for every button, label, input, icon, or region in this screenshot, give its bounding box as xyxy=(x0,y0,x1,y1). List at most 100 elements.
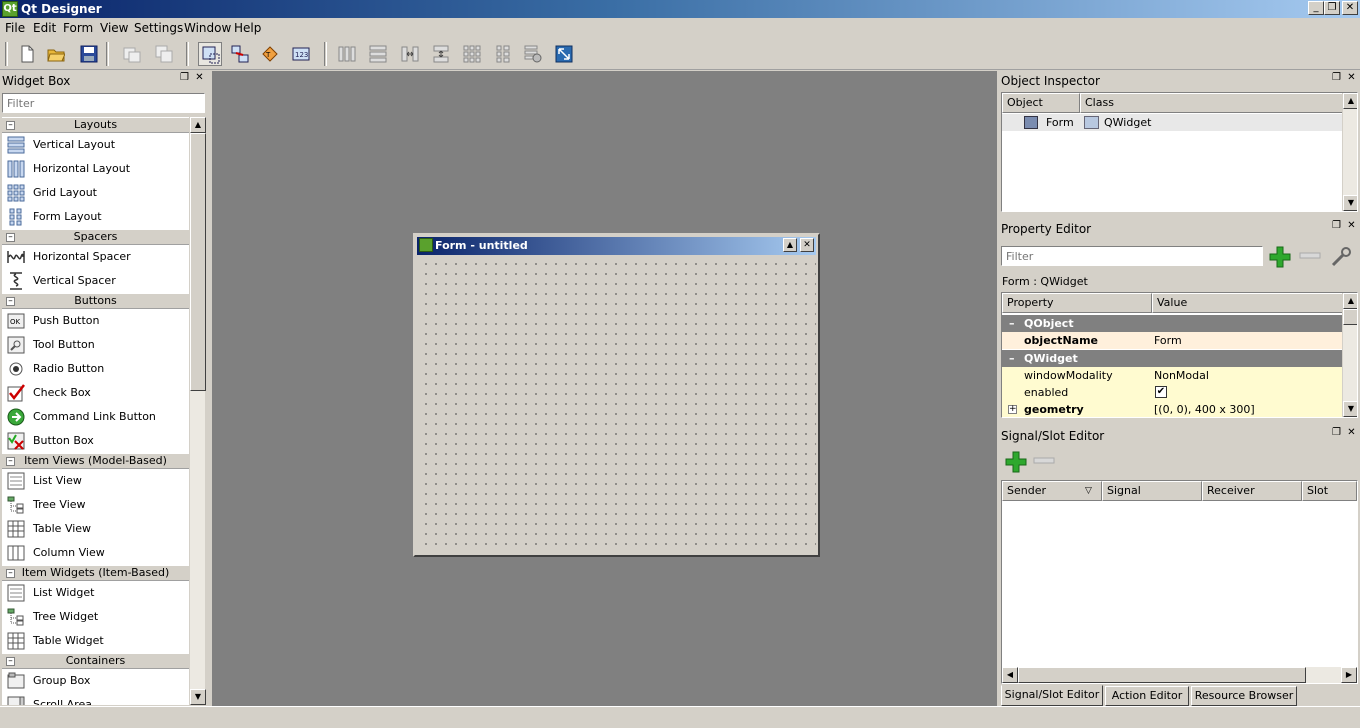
minimize-button[interactable]: _ xyxy=(1308,1,1324,15)
close-button[interactable]: ✕ xyxy=(1342,1,1358,15)
column-header-value[interactable]: Value xyxy=(1152,293,1343,313)
lay-out-vertically-icon[interactable] xyxy=(366,42,390,66)
widget-item-tool-button[interactable]: Tool Button xyxy=(2,333,189,357)
scroll-up-icon[interactable]: ▲ xyxy=(190,117,206,133)
column-header-receiver[interactable]: Receiver xyxy=(1202,481,1302,501)
scroll-left-icon[interactable]: ◀ xyxy=(1002,667,1018,683)
scroll-up-icon[interactable]: ▲ xyxy=(1343,93,1357,109)
widget-item-command-link-button[interactable]: Command Link Button xyxy=(2,405,189,429)
category-item-widgets-item-based[interactable]: – Item Widgets (Item-Based) xyxy=(2,565,189,581)
menu-settings[interactable]: Settings xyxy=(134,21,183,35)
scroll-down-icon[interactable]: ▼ xyxy=(190,689,206,705)
tab-signal-slot-editor[interactable]: Signal/Slot Editor xyxy=(1001,685,1103,706)
category-buttons[interactable]: – Buttons xyxy=(2,293,189,309)
lay-out-grid-icon[interactable] xyxy=(460,42,484,66)
collapse-icon[interactable]: – xyxy=(6,457,15,466)
configure-wrench-icon[interactable] xyxy=(1329,245,1353,269)
property-filter-input[interactable] xyxy=(1001,246,1263,266)
collapse-icon[interactable]: – xyxy=(6,121,15,130)
scroll-thumb[interactable] xyxy=(1018,667,1306,683)
menu-window[interactable]: Window xyxy=(184,21,231,35)
open-folder-icon[interactable] xyxy=(44,42,68,66)
property-value[interactable]: Form xyxy=(1154,332,1182,349)
property-table[interactable]: Property Value – QObject objectName Form… xyxy=(1001,292,1358,418)
new-file-icon[interactable] xyxy=(15,42,39,66)
form-title-bar[interactable]: Form - untitled ▲ ✕ xyxy=(417,237,816,255)
column-header-property[interactable]: Property xyxy=(1002,293,1152,313)
close-icon[interactable]: ✕ xyxy=(800,238,814,252)
menu-help[interactable]: Help xyxy=(234,21,261,35)
property-row-objectname[interactable]: objectName Form xyxy=(1002,332,1343,349)
widget-item-horizontal-spacer[interactable]: Horizontal Spacer xyxy=(2,245,189,269)
lay-out-vertical-splitter-icon[interactable] xyxy=(429,42,453,66)
section-qwidget[interactable]: – QWidget xyxy=(1002,350,1343,367)
object-tree-scrollbar[interactable]: ▲ ▼ xyxy=(1342,93,1357,211)
redo-icon[interactable] xyxy=(152,42,176,66)
lay-out-form-icon[interactable] xyxy=(491,42,515,66)
widget-item-vertical-layout[interactable]: Vertical Layout xyxy=(2,133,189,157)
scroll-right-icon[interactable]: ▶ xyxy=(1341,667,1357,683)
column-header-slot[interactable]: Slot xyxy=(1302,481,1357,501)
category-layouts[interactable]: – Layouts xyxy=(2,117,189,133)
scroll-down-icon[interactable]: ▼ xyxy=(1343,195,1357,211)
property-table-scrollbar[interactable]: ▲ ▼ xyxy=(1342,293,1357,417)
break-layout-icon[interactable] xyxy=(521,42,545,66)
edit-widgets-icon[interactable] xyxy=(198,42,222,66)
column-header-signal[interactable]: Signal xyxy=(1102,481,1202,501)
widget-item-button-box[interactable]: Button Box xyxy=(2,429,189,453)
scroll-thumb[interactable] xyxy=(190,133,206,391)
column-header-class[interactable]: Class xyxy=(1080,93,1343,113)
expand-icon[interactable]: + xyxy=(1008,405,1017,414)
widget-item-form-layout[interactable]: Form Layout xyxy=(2,205,189,229)
remove-property-icon[interactable] xyxy=(1299,251,1321,261)
save-icon[interactable] xyxy=(77,42,101,66)
property-row-windowmodality[interactable]: windowModality NonModal xyxy=(1002,367,1343,384)
connections-hscrollbar[interactable]: ◀ ▶ xyxy=(1002,667,1357,683)
widget-item-list-view[interactable]: List View xyxy=(2,469,189,493)
collapse-icon[interactable]: – xyxy=(6,233,15,242)
widget-item-grid-layout[interactable]: Grid Layout xyxy=(2,181,189,205)
widget-item-table-view[interactable]: Table View xyxy=(2,517,189,541)
column-header-object[interactable]: Object xyxy=(1002,93,1080,113)
widget-item-scroll-area[interactable]: Scroll Area xyxy=(2,693,189,705)
widget-filter-input[interactable] xyxy=(2,93,205,113)
category-item-views-model-based[interactable]: – Item Views (Model-Based) xyxy=(2,453,189,469)
scroll-down-icon[interactable]: ▼ xyxy=(1343,401,1357,417)
edit-signals-slots-icon[interactable] xyxy=(228,42,252,66)
category-containers[interactable]: – Containers xyxy=(2,653,189,669)
menu-form[interactable]: Form xyxy=(63,21,93,35)
maximize-icon[interactable]: ▲ xyxy=(783,238,797,252)
close-icon[interactable]: ✕ xyxy=(1346,221,1357,232)
tab-resource-browser[interactable]: Resource Browser xyxy=(1191,686,1297,706)
property-row-enabled[interactable]: enabled ✔ xyxy=(1002,384,1343,401)
collapse-icon[interactable]: – xyxy=(1009,350,1015,367)
edit-buddies-icon[interactable]: T xyxy=(258,42,282,66)
edit-tab-order-icon[interactable]: 123 xyxy=(289,42,313,66)
widget-item-tree-view[interactable]: Tree View xyxy=(2,493,189,517)
lay-out-horizontally-icon[interactable] xyxy=(335,42,359,66)
widget-item-table-widget[interactable]: Table Widget xyxy=(2,629,189,653)
tab-action-editor[interactable]: Action Editor xyxy=(1105,686,1189,706)
widget-item-tree-widget[interactable]: Tree Widget xyxy=(2,605,189,629)
widget-item-push-button[interactable]: OK Push Button xyxy=(2,309,189,333)
add-connection-icon[interactable] xyxy=(1004,450,1028,474)
adjust-size-icon[interactable] xyxy=(552,42,576,66)
form-canvas-grid[interactable] xyxy=(417,255,816,553)
float-icon[interactable]: ❐ xyxy=(1331,73,1342,84)
collapse-icon[interactable]: – xyxy=(6,657,15,666)
widget-item-list-widget[interactable]: List Widget xyxy=(2,581,189,605)
property-row-geometry[interactable]: + geometry [(0, 0), 400 x 300] xyxy=(1002,401,1343,417)
menu-file[interactable]: File xyxy=(5,21,25,35)
column-header-sender[interactable]: Sender ▽ xyxy=(1002,481,1102,501)
enabled-checkbox[interactable]: ✔ xyxy=(1155,386,1167,398)
collapse-icon[interactable]: – xyxy=(6,297,15,306)
lay-out-horizontal-splitter-icon[interactable] xyxy=(398,42,422,66)
scroll-thumb[interactable] xyxy=(1343,309,1357,325)
object-row-form[interactable]: Form QWidget xyxy=(1002,114,1343,131)
category-spacers[interactable]: – Spacers xyxy=(2,229,189,245)
close-icon[interactable]: ✕ xyxy=(1346,73,1357,84)
collapse-icon[interactable]: – xyxy=(6,569,15,578)
close-icon[interactable]: ✕ xyxy=(194,73,205,84)
float-icon[interactable]: ❐ xyxy=(1331,428,1342,439)
widget-item-vertical-spacer[interactable]: Vertical Spacer xyxy=(2,269,189,293)
